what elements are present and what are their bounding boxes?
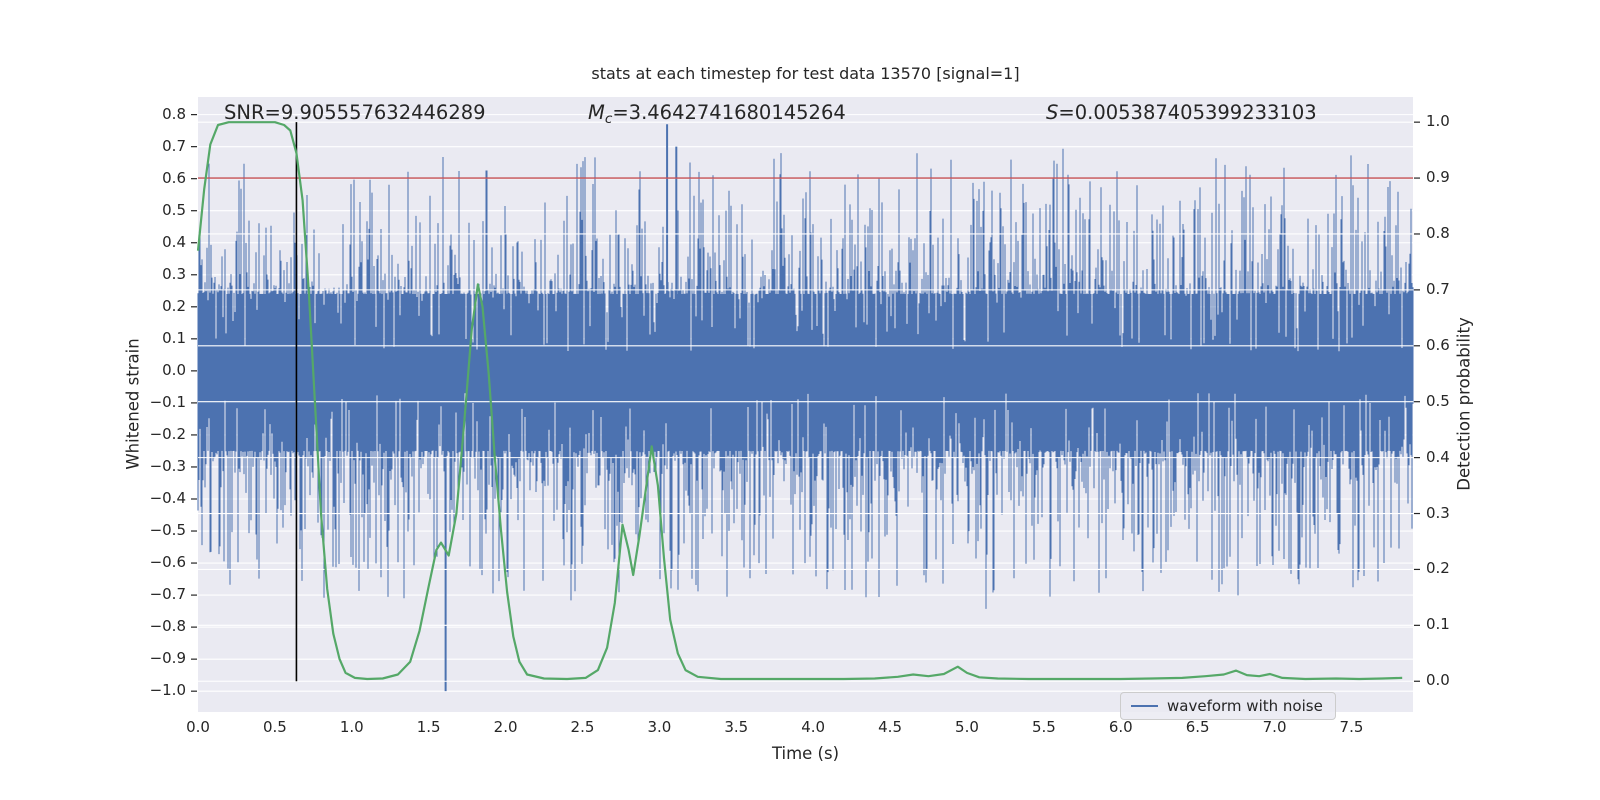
x-tick-label: 5.5 [1031,718,1056,736]
x-tick-label: 4.5 [878,718,902,736]
y-right-tick-label: 1.0 [1426,112,1450,131]
x-tick-label: 2.0 [493,718,518,736]
x-axis-label: Time (s) [771,744,840,763]
chirp-mass-symbol: M [588,101,605,124]
y-right-tick-label: 0.0 [1426,671,1450,690]
y-left-tick-label: −0.3 [149,456,186,475]
y-left-tick-label: −0.7 [149,585,186,604]
y-left-tick-label: 0.0 [162,360,186,379]
figure: stats at each timestep for test data 135… [0,0,1600,800]
s-stat-symbol: S [1046,101,1059,124]
right-y-axis-label: Detection probability [1454,317,1474,491]
y-left-tick-label: −0.2 [149,424,186,443]
x-tick-label: 1.0 [339,718,364,736]
y-left-tick-label: −1.0 [149,681,186,700]
y-left-tick-label: 0.4 [162,232,186,251]
y-right-tick-label: 0.3 [1426,503,1450,522]
x-tick-label: 1.5 [416,718,441,736]
x-tick-label: 2.5 [570,718,595,736]
y-left-tick-label: 0.5 [162,200,186,219]
y-right-tick-label: 0.4 [1426,447,1450,466]
y-left-tick-label: 0.6 [162,168,186,187]
x-tick-label: 6.0 [1108,718,1133,736]
y-left-tick-label: 0.8 [162,104,186,123]
y-left-tick-label: −0.5 [149,521,186,540]
y-right-tick-label: 0.5 [1426,391,1450,410]
x-tick-label: 7.5 [1339,718,1364,736]
y-left-tick-label: 0.3 [162,264,186,283]
y-right-tick-label: 0.1 [1426,615,1450,634]
x-tick-label: 3.0 [647,718,672,736]
legend: waveform with noise [1120,692,1336,720]
x-tick-label: 7.0 [1262,718,1287,736]
legend-line-swatch-icon [1131,705,1158,707]
y-left-tick-label: −0.4 [149,488,186,507]
y-left-tick-label: 0.7 [162,136,186,155]
s-stat-value: =0.005387405399233103 [1058,101,1317,124]
y-right-tick-label: 0.2 [1426,559,1450,578]
snr-annotation: SNR=9.905557632446289 [224,101,486,124]
x-tick-label: 0.0 [186,718,210,736]
y-left-tick-label: −0.8 [149,617,186,636]
legend-label: waveform with noise [1167,697,1323,715]
y-right-tick-label: 0.9 [1426,168,1450,187]
y-left-tick-label: −0.6 [149,553,186,572]
chirp-mass-value: =3.4642741680145264 [612,101,846,124]
y-right-tick-label: 0.7 [1426,279,1450,298]
x-tick-label: 3.5 [724,718,749,736]
y-left-tick-label: −0.1 [149,392,186,411]
s-stat-annotation: S=0.005387405399233103 [1046,101,1317,124]
y-right-tick-label: 0.6 [1426,335,1450,354]
x-tick-label: 6.5 [1185,718,1210,736]
x-tick-label: 5.0 [955,718,979,736]
y-right-tick-label: 0.8 [1426,223,1450,242]
x-tick-label: 0.5 [262,718,287,736]
y-left-tick-label: −0.9 [149,649,186,668]
y-left-tick-label: 0.2 [162,296,186,315]
chirp-mass-annotation: Mc=3.4642741680145264 [588,101,846,127]
chart-title: stats at each timestep for test data 135… [591,64,1020,83]
y-left-tick-label: 0.1 [162,328,186,347]
x-tick-label: 4.0 [801,718,826,736]
